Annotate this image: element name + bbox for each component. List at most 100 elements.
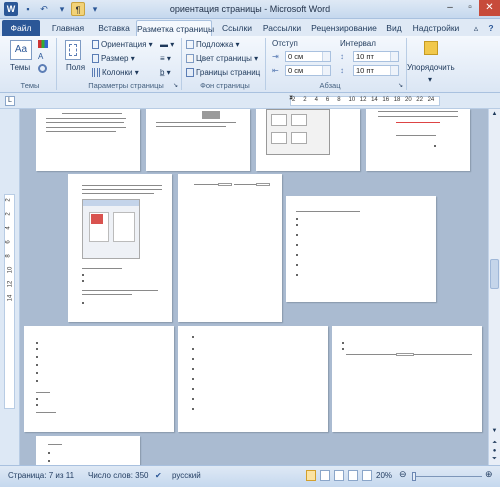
proofing-icon[interactable]: ✔ bbox=[155, 471, 162, 480]
language-status[interactable]: русский bbox=[172, 471, 201, 480]
vruler-tick-label: 4 bbox=[5, 226, 12, 230]
list-bullet bbox=[82, 274, 84, 276]
outline-view-icon[interactable] bbox=[348, 470, 358, 481]
zoom-slider[interactable] bbox=[412, 476, 482, 477]
prev-page-icon[interactable]: ⏶ bbox=[490, 439, 499, 447]
size-icon bbox=[92, 54, 99, 64]
text-line bbox=[156, 126, 226, 127]
themes-icon[interactable]: Aa bbox=[10, 40, 32, 60]
breaks-icon[interactable]: ▬ ▾ bbox=[160, 39, 174, 50]
zoom-out-icon[interactable]: ⊖ bbox=[399, 469, 407, 480]
minimize-ribbon-icon[interactable]: ▵ bbox=[470, 20, 482, 36]
text-line bbox=[378, 111, 458, 112]
right-indent-input[interactable]: 0 см bbox=[285, 65, 331, 76]
tab-file[interactable]: Файл bbox=[2, 20, 40, 36]
text-line bbox=[46, 131, 116, 132]
spacing-after-input[interactable]: 10 пт bbox=[353, 65, 399, 76]
word-count-status[interactable]: Число слов: 350 bbox=[88, 471, 148, 480]
ruler-tick-label: 10 bbox=[348, 97, 356, 103]
theme-fonts-icon[interactable]: A bbox=[38, 52, 43, 61]
size-button[interactable]: Размер ▾ bbox=[92, 53, 135, 64]
embedded-screenshot bbox=[266, 109, 330, 155]
page-borders-button[interactable]: Границы страниц bbox=[186, 67, 260, 78]
page-thumbnail-5[interactable] bbox=[68, 174, 172, 322]
text-line bbox=[234, 184, 256, 185]
right-indent-icon: ⇤ bbox=[272, 66, 279, 75]
vertical-scrollbar[interactable]: ▲ ▼ ⏶ ● ⏷ bbox=[488, 109, 500, 465]
page-setup-launcher-icon[interactable]: ↘ bbox=[173, 81, 178, 92]
ribbon-tabs: Файл Главная Вставка Разметка страницы С… bbox=[0, 19, 500, 36]
page-thumbnail-4[interactable] bbox=[366, 109, 470, 171]
scroll-thumb[interactable] bbox=[490, 259, 499, 289]
text-line bbox=[156, 122, 236, 123]
theme-effects-icon[interactable] bbox=[38, 64, 47, 73]
zoom-slider-thumb[interactable] bbox=[412, 472, 416, 481]
vruler-tick-label: 2 bbox=[5, 212, 12, 216]
tab-insert[interactable]: Вставка bbox=[92, 20, 136, 36]
arrange-button[interactable]: Упорядочить bbox=[407, 62, 455, 73]
tab-references[interactable]: Ссылки bbox=[218, 20, 256, 36]
tab-home[interactable]: Главная bbox=[46, 20, 90, 36]
group-label-page-setup: Параметры страницы bbox=[88, 81, 164, 90]
full-screen-view-icon[interactable] bbox=[320, 470, 330, 481]
web-layout-view-icon[interactable] bbox=[334, 470, 344, 481]
browse-object-icon[interactable]: ● bbox=[490, 447, 499, 455]
page-thumbnail-2[interactable] bbox=[146, 109, 250, 171]
tab-selector-icon[interactable]: L bbox=[5, 96, 15, 106]
page-thumbnail-7-landscape[interactable] bbox=[286, 196, 436, 302]
paragraph-launcher-icon[interactable]: ↘ bbox=[398, 81, 403, 92]
page-thumbnail-3[interactable] bbox=[256, 109, 360, 171]
page-thumbnail-11[interactable] bbox=[36, 436, 140, 465]
page-color-button[interactable]: Цвет страницы ▾ bbox=[186, 53, 258, 64]
orientation-button[interactable]: Ориентация ▾ bbox=[92, 39, 153, 50]
minimize-button[interactable]: – bbox=[440, 0, 460, 16]
tab-view[interactable]: Вид bbox=[382, 20, 406, 36]
page-thumbnail-9-landscape[interactable] bbox=[178, 326, 328, 432]
document-workspace[interactable] bbox=[20, 109, 488, 465]
window-title: ориентация страницы - Microsoft Word bbox=[169, 4, 331, 14]
margins-button[interactable]: Поля bbox=[66, 62, 85, 73]
scroll-up-icon[interactable]: ▲ bbox=[490, 110, 499, 119]
help-icon[interactable]: ? bbox=[484, 20, 498, 36]
text-line bbox=[46, 122, 124, 123]
line-numbers-icon[interactable]: ≡ ▾ bbox=[160, 53, 171, 64]
horizontal-ruler[interactable]: L ⧗ 2 2 4 6 8 10 12 14 16 18 20 22 24 bbox=[0, 93, 500, 109]
left-indent-input[interactable]: 0 см bbox=[285, 51, 331, 62]
tab-mailings[interactable]: Рассылки bbox=[258, 20, 306, 36]
ruler-tick-label: 22 bbox=[416, 97, 423, 103]
page-thumbnail-1[interactable] bbox=[36, 109, 140, 171]
page-thumbnail-6[interactable] bbox=[178, 174, 282, 322]
next-page-icon[interactable]: ⏷ bbox=[490, 455, 499, 463]
maximize-button[interactable]: ▫ bbox=[460, 0, 480, 16]
themes-button[interactable]: Темы bbox=[10, 62, 30, 73]
page-thumbnail-8-landscape[interactable] bbox=[24, 326, 174, 432]
zoom-level[interactable]: 20% bbox=[376, 471, 392, 480]
draft-view-icon[interactable] bbox=[362, 470, 372, 481]
ruler-ticks: 2 2 4 6 8 10 12 14 16 18 20 22 24 bbox=[292, 97, 442, 106]
arrange-dropdown-icon[interactable]: ▾ bbox=[428, 74, 432, 85]
columns-button[interactable]: Колонки ▾ bbox=[92, 67, 139, 78]
vruler-tick-label: 8 bbox=[5, 254, 12, 258]
zoom-in-icon[interactable]: ⊕ bbox=[485, 469, 493, 480]
spacing-before-input[interactable]: 10 пт bbox=[353, 51, 399, 62]
ruler-tick-label: 12 bbox=[359, 97, 367, 103]
hyphenation-icon[interactable]: b̲ ▾ bbox=[160, 67, 171, 78]
vertical-ruler[interactable]: 2 2 4 6 8 10 12 14 bbox=[0, 109, 20, 465]
vruler-ticks: 2 2 4 6 8 10 12 14 bbox=[5, 197, 15, 407]
theme-colors-icon[interactable] bbox=[38, 40, 48, 48]
text-line bbox=[194, 184, 218, 185]
scroll-down-icon[interactable]: ▼ bbox=[490, 427, 499, 436]
arrange-icon[interactable] bbox=[424, 41, 438, 55]
print-layout-view-icon[interactable] bbox=[306, 470, 316, 481]
tab-addins[interactable]: Надстройки bbox=[410, 20, 462, 36]
vruler-tick-label: 12 bbox=[7, 280, 14, 288]
tab-page-layout[interactable]: Разметка страницы bbox=[136, 20, 214, 36]
page-thumbnail-10-landscape[interactable] bbox=[332, 326, 482, 432]
page-count-status[interactable]: Страница: 7 из 11 bbox=[8, 471, 74, 480]
tab-review[interactable]: Рецензирование bbox=[308, 20, 380, 36]
close-button[interactable]: ✕ bbox=[479, 0, 500, 16]
margins-icon[interactable] bbox=[65, 40, 81, 60]
indent-heading: Отступ bbox=[272, 39, 298, 48]
page-borders-icon bbox=[186, 68, 194, 78]
watermark-button[interactable]: Подложка ▾ bbox=[186, 39, 240, 50]
